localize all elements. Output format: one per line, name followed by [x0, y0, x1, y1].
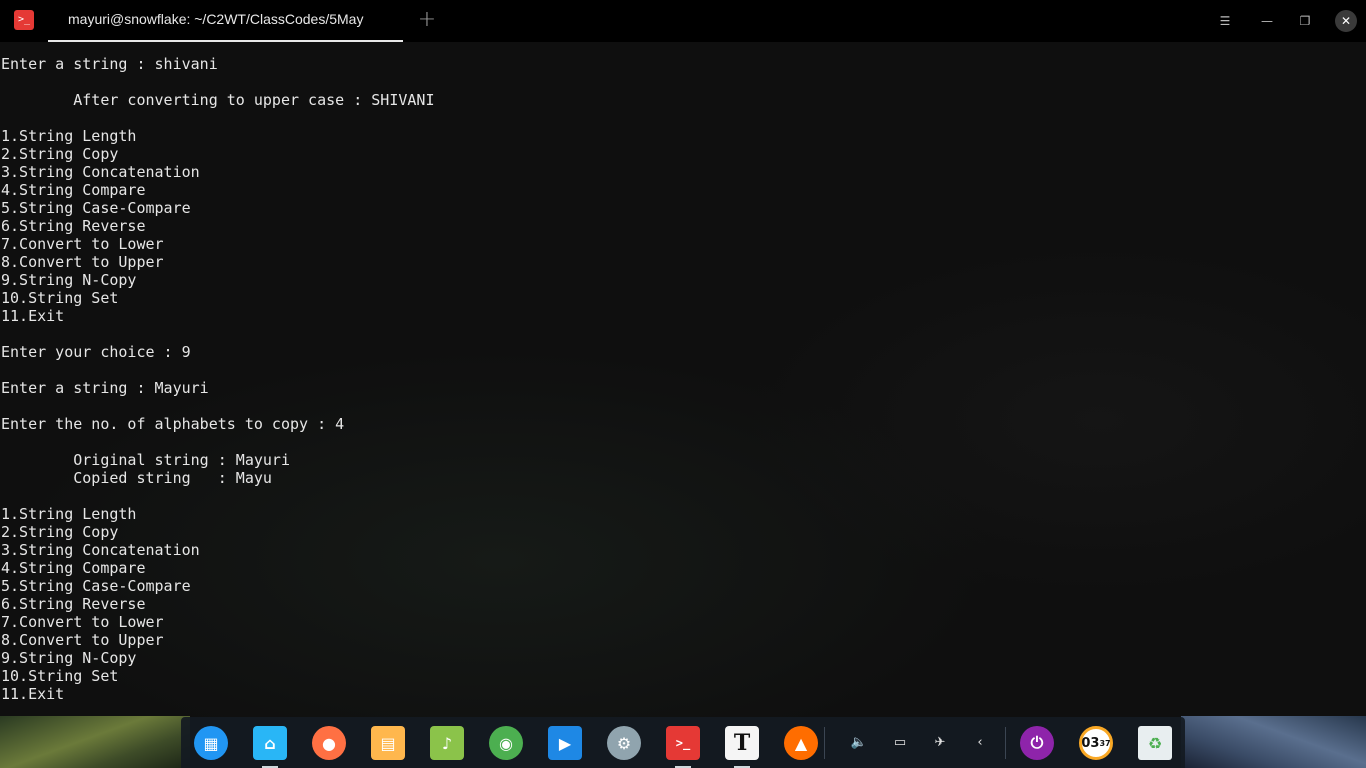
network-off-icon[interactable]: ✈: [929, 731, 951, 753]
terminal-line: 10.String Set: [1, 289, 119, 307]
clock-icon: 03 37: [1079, 726, 1113, 760]
dock-app-video-player[interactable]: ▶: [547, 725, 583, 761]
text-editor-icon: T: [725, 726, 759, 760]
trash-icon: ♻: [1138, 726, 1172, 760]
wallpaper-mountain-right: [1181, 716, 1366, 768]
dock-separator: [824, 727, 825, 759]
clock-minute: 37: [1099, 738, 1111, 748]
dock-app-chrome-browser[interactable]: ◉: [488, 725, 524, 761]
terminal-line: 4.String Compare: [1, 559, 146, 577]
settings-icon: ⚙: [607, 726, 641, 760]
add-tab-icon[interactable]: +: [414, 8, 440, 34]
terminal-line: 4.String Compare: [1, 181, 146, 199]
terminal-line: 2.String Copy: [1, 523, 119, 541]
terminal-line: 6.String Reverse: [1, 217, 146, 235]
file-manager-icon: ⌂: [253, 726, 287, 760]
music-player-icon: ♪: [430, 726, 464, 760]
menu-icon[interactable]: ☰: [1214, 10, 1236, 32]
dock-separator: [1005, 727, 1006, 759]
wallpaper-hill-left: [0, 716, 190, 768]
close-icon[interactable]: ✕: [1335, 10, 1357, 32]
terminal-line: 3.String Concatenation: [1, 163, 200, 181]
terminal-line: 11.Exit: [1, 685, 65, 703]
terminal-app-icon: >_: [14, 10, 34, 30]
power-button[interactable]: ⏻: [1019, 725, 1055, 761]
terminal-titlebar: >_ mayuri@snowflake: ~/C2WT/ClassCodes/5…: [0, 0, 1366, 42]
terminal-line: Original string : Mayuri: [1, 451, 290, 469]
dock-app-settings[interactable]: ⚙: [606, 725, 642, 761]
chrome-browser-icon: ◉: [489, 726, 523, 760]
terminal-line: 7.Convert to Lower: [1, 613, 164, 631]
dock: 🔈 ▭ ✈ ‹ ⏻ 03 37 ♻ ▦ ⌂ ● ▤ ♪ ◉ ▶ ⚙ >_ T ▲: [181, 717, 1185, 768]
terminal-line: 1.String Length: [1, 127, 137, 145]
dock-app-file-manager[interactable]: ⌂: [252, 725, 288, 768]
terminal-line: 10.String Set: [1, 667, 119, 685]
terminal-line: Enter your choice : 9: [1, 343, 191, 361]
dock-app-downloader[interactable]: ▲: [783, 725, 819, 761]
minimize-icon[interactable]: —: [1256, 10, 1278, 32]
dock-app-text-editor[interactable]: T: [724, 725, 760, 768]
dock-app-music-player[interactable]: ♪: [429, 725, 465, 761]
launcher-icon: ▦: [194, 726, 228, 760]
terminal-output[interactable]: Enter a string : shivani After convertin…: [0, 55, 1366, 715]
power-icon: ⏻: [1020, 726, 1054, 760]
terminal-line: Copied string : Mayu: [1, 469, 272, 487]
trash-button[interactable]: ♻: [1137, 725, 1173, 761]
terminal-line: 8.Convert to Upper: [1, 631, 164, 649]
terminal-line: Enter a string : shivani: [1, 55, 218, 73]
battery-icon[interactable]: ▭: [889, 731, 911, 753]
clock-widget[interactable]: 03 37: [1078, 725, 1114, 761]
active-tab-indicator: [48, 40, 403, 42]
terminal-tab[interactable]: mayuri@snowflake: ~/C2WT/ClassCodes/5May: [48, 0, 403, 42]
dock-app-terminal[interactable]: >_: [665, 725, 701, 768]
dock-app-app-store[interactable]: ▤: [370, 725, 406, 761]
terminal-line: 7.Convert to Lower: [1, 235, 164, 253]
terminal-line: 9.String N-Copy: [1, 649, 137, 667]
terminal-line: After converting to upper case : SHIVANI: [1, 91, 435, 109]
terminal-line: 8.Convert to Upper: [1, 253, 164, 271]
dock-app-screen-recorder[interactable]: ●: [311, 725, 347, 761]
dock-app-launcher[interactable]: ▦: [193, 725, 229, 761]
tab-title: mayuri@snowflake: ~/C2WT/ClassCodes/5May: [68, 11, 364, 27]
video-player-icon: ▶: [548, 726, 582, 760]
terminal-line: Enter the no. of alphabets to copy : 4: [1, 415, 345, 433]
app-store-icon: ▤: [371, 726, 405, 760]
terminal-line: 6.String Reverse: [1, 595, 146, 613]
downloader-icon: ▲: [784, 726, 818, 760]
tray-expand-icon[interactable]: ‹: [969, 731, 991, 753]
clock-hour: 03: [1081, 735, 1100, 751]
volume-icon[interactable]: 🔈: [848, 731, 870, 753]
terminal-line: 11.Exit: [1, 307, 65, 325]
terminal-line: Enter a string : Mayuri: [1, 379, 209, 397]
terminal-icon: >_: [666, 726, 700, 760]
maximize-icon[interactable]: ❐: [1294, 10, 1316, 32]
terminal-line: 5.String Case-Compare: [1, 577, 191, 595]
terminal-line: 5.String Case-Compare: [1, 199, 191, 217]
terminal-line: 1.String Length: [1, 505, 137, 523]
terminal-line: 3.String Concatenation: [1, 541, 200, 559]
terminal-line: 9.String N-Copy: [1, 271, 137, 289]
terminal-line: 2.String Copy: [1, 145, 119, 163]
screen-recorder-icon: ●: [312, 726, 346, 760]
